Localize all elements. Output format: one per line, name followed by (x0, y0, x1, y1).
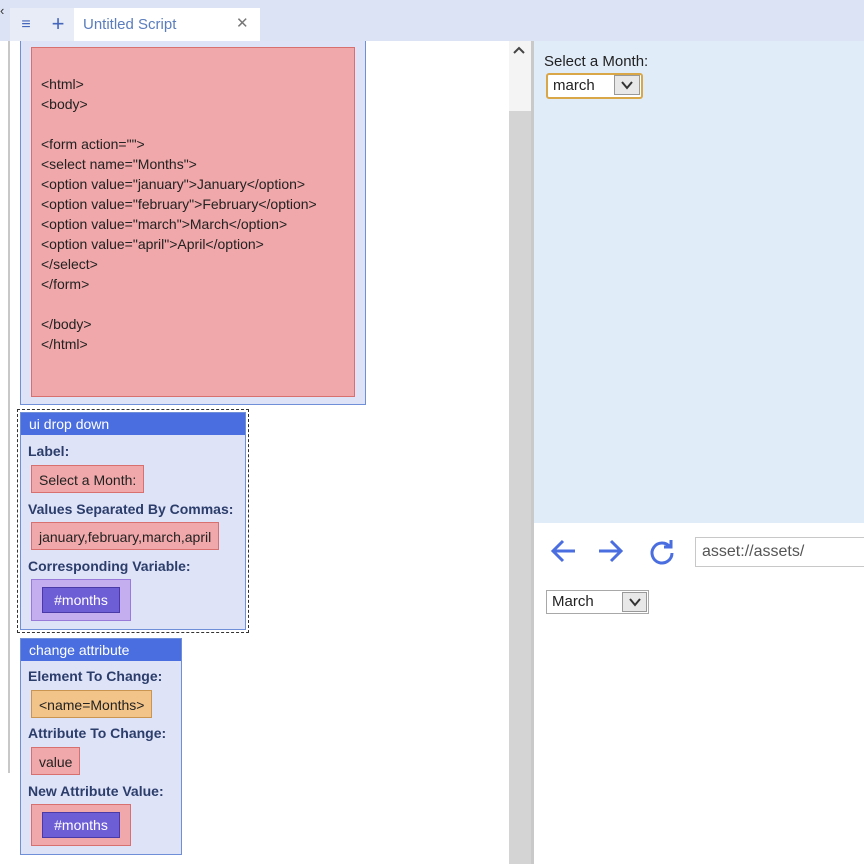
close-tab-icon[interactable]: ✕ (236, 14, 249, 32)
new-value-caption: New Attribute Value: (28, 783, 164, 799)
attribute-caption: Attribute To Change: (28, 725, 167, 741)
scroll-up-icon[interactable] (513, 44, 525, 58)
values-caption: Values Separated By Commas: (28, 501, 234, 517)
add-tab-icon[interactable]: + (42, 8, 74, 41)
element-field[interactable]: <name=Months> (31, 690, 153, 718)
forward-arrow-icon[interactable] (596, 538, 624, 569)
variable-caption: Corresponding Variable: (28, 558, 191, 574)
reload-icon[interactable] (648, 538, 676, 571)
chevron-down-icon[interactable] (622, 592, 647, 612)
collapse-chevron-icon[interactable]: ‹ (0, 3, 4, 18)
address-bar[interactable]: asset://assets/ (695, 537, 864, 567)
gutter-line (8, 41, 10, 773)
preview-select-value: march (553, 77, 595, 94)
change-attribute-title: change attribute (21, 639, 181, 661)
html-code-field[interactable]: <html> <body> <form action=""> <select n… (31, 47, 355, 397)
values-field[interactable]: january,february,march,april (31, 522, 220, 550)
months-variable-chip[interactable]: #months (42, 812, 120, 838)
back-arrow-icon[interactable] (550, 538, 578, 569)
preview-pane (534, 41, 864, 523)
preview-label: Select a Month: (544, 53, 649, 70)
label-field[interactable]: Select a Month: (31, 465, 145, 493)
tab-title[interactable]: Untitled Script (83, 16, 176, 33)
attribute-field[interactable]: value (31, 747, 81, 775)
menu-icon[interactable]: ≡ (10, 8, 42, 41)
element-caption: Element To Change: (28, 668, 163, 684)
ui-drop-down-title: ui drop down (21, 413, 245, 435)
months-variable-chip[interactable]: #months (42, 587, 120, 613)
scrollbar-track[interactable] (509, 41, 531, 864)
chevron-down-icon[interactable] (614, 75, 640, 95)
result-select-value: March (552, 593, 594, 610)
label-caption: Label: (28, 443, 70, 459)
